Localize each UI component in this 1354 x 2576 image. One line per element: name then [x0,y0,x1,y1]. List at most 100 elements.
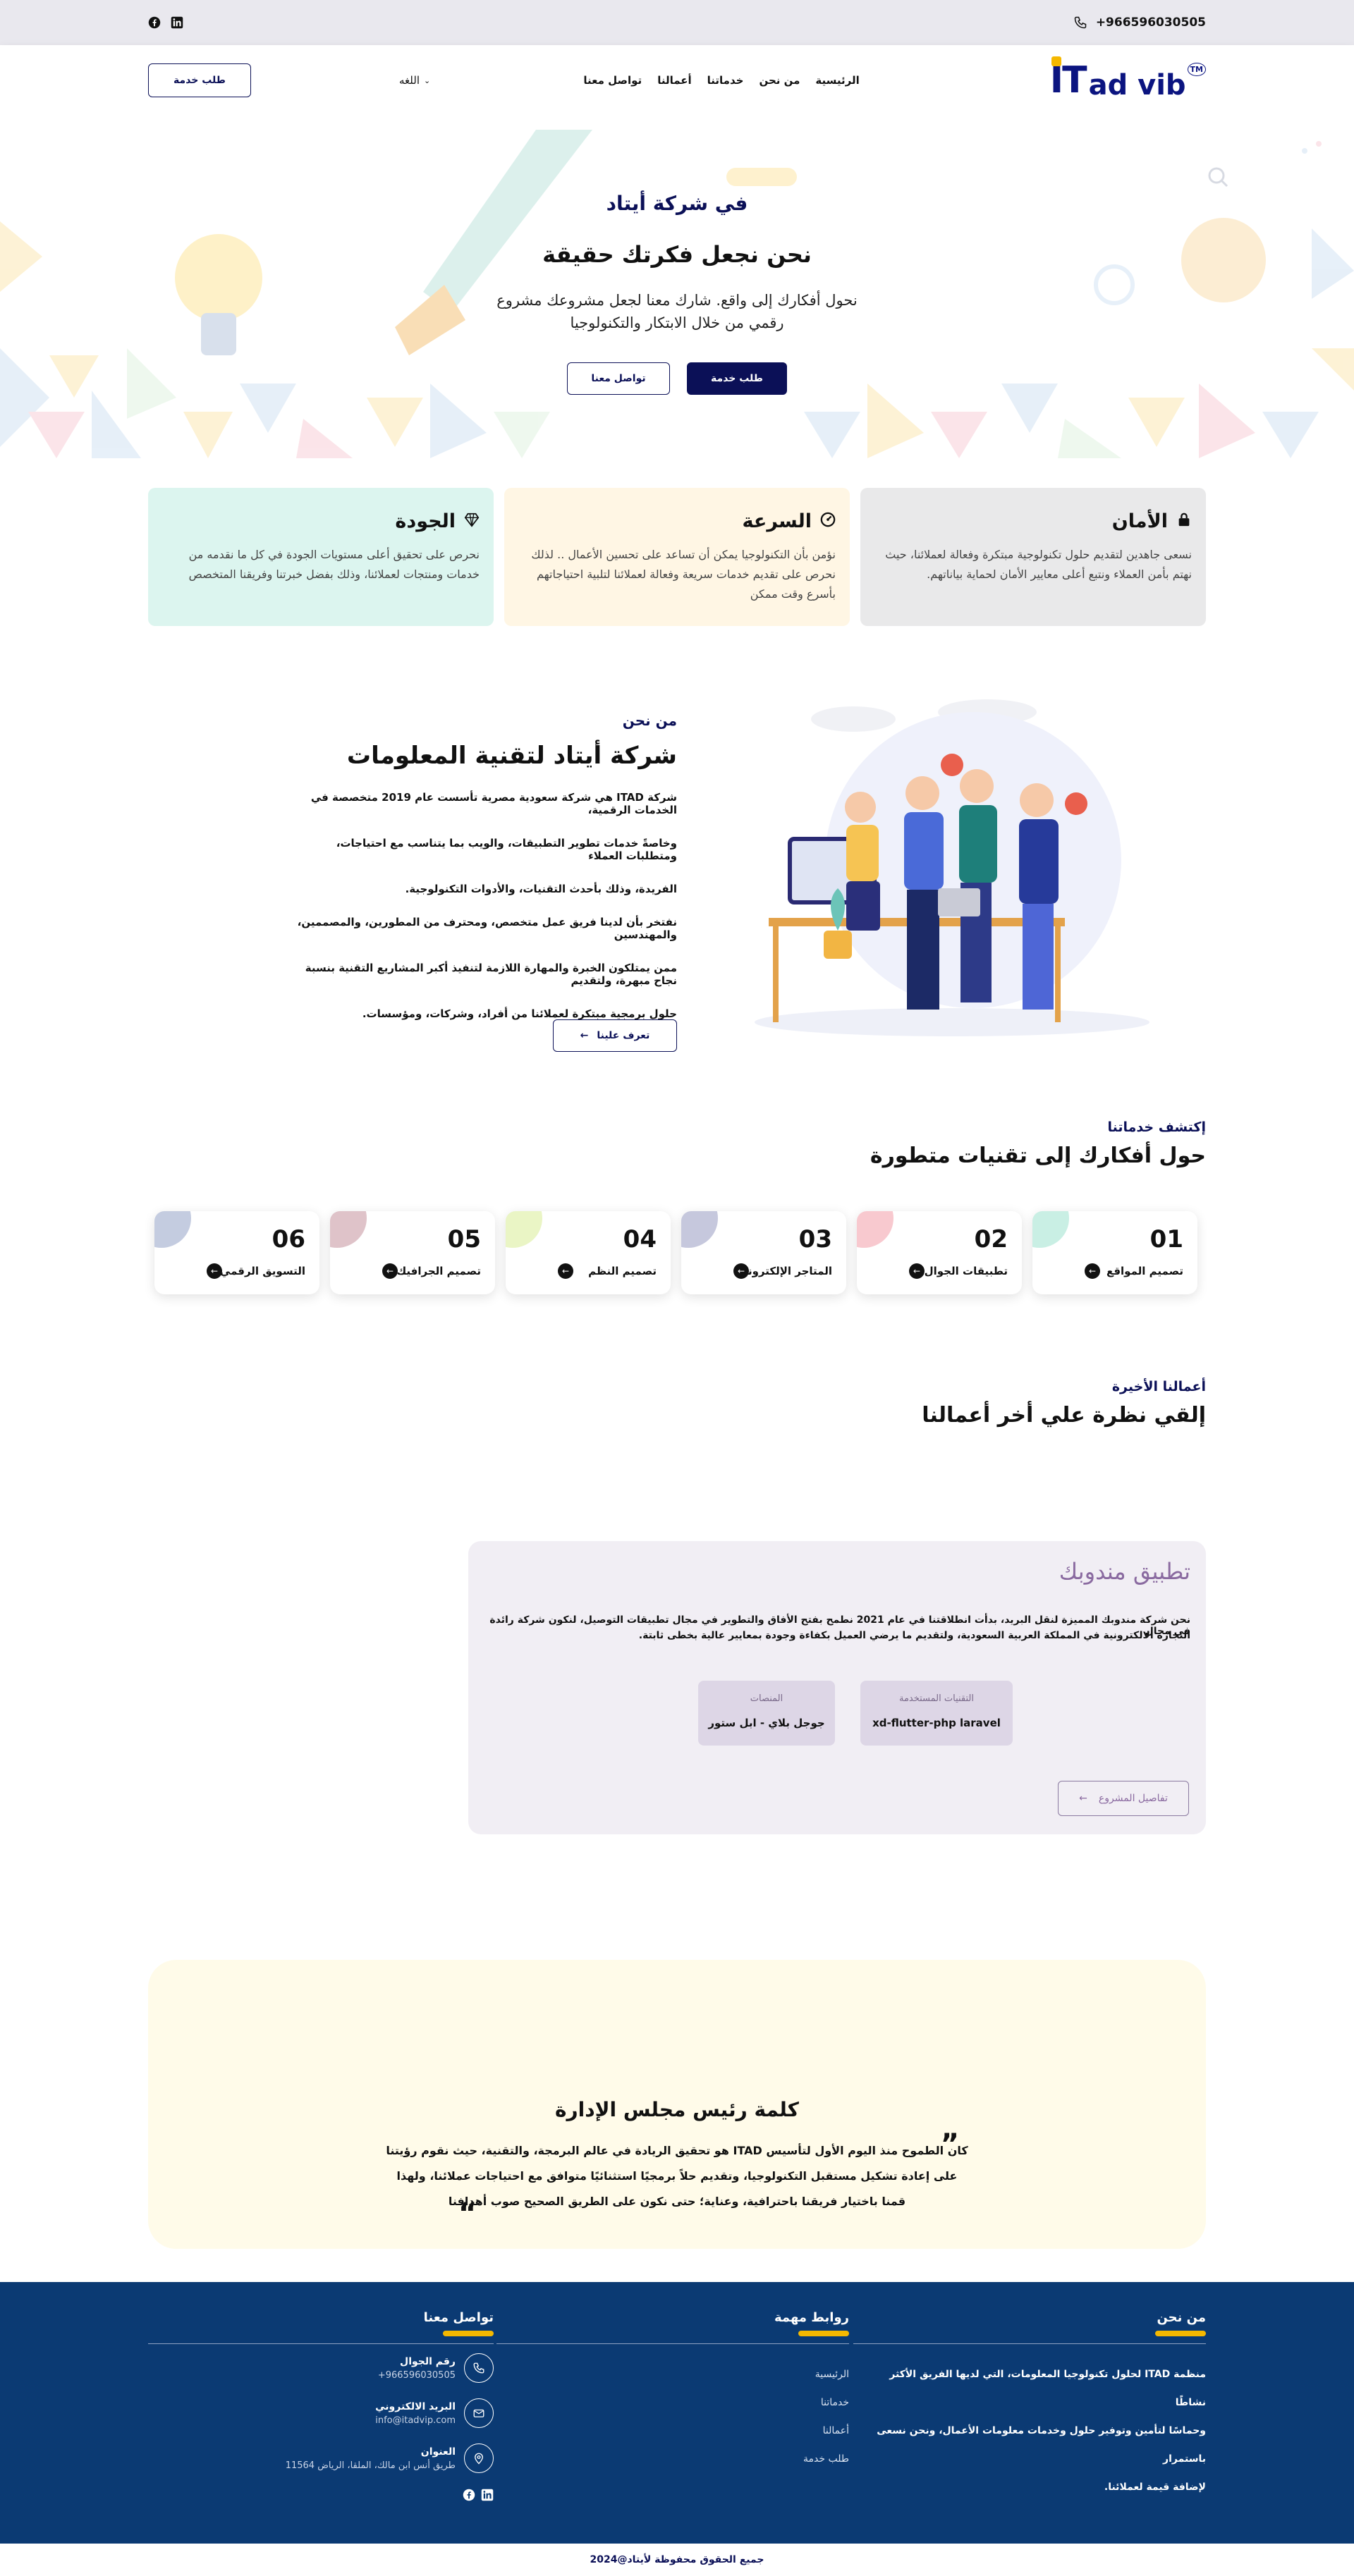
about-section: من نحن شركة أيتاد لتقنية المعلومات شركة … [282,712,677,1041]
phone-icon [464,2353,494,2383]
project-tech-value: xd-flutter-php laravel [872,1717,1001,1729]
about-us-button-label: تعرف علينا [597,1030,650,1041]
hero-line-2: رقمي من خلال الابتكار والتكنولوجيا [570,314,784,331]
quote-close-icon: “ [458,2197,477,2230]
footer-contact-bar [443,2331,494,2336]
feature-title-quality: الجودة [162,510,480,532]
hero-contact-button[interactable]: تواصل معنا [567,362,670,395]
hero-background [0,130,1354,458]
service-quarter-circle [506,1211,542,1248]
footer-divider [496,2343,849,2344]
footer-about-text: منظمة ITAD لحلول تكنولوجيا المعلومات، ال… [860,2360,1206,2501]
language-select[interactable]: اللغه ⌄ [399,74,430,87]
feature-text-quality: نحرص على تحقيق أعلى مستويات الجودة في كل… [162,545,480,584]
arrow-left-icon[interactable]: ← [1085,1263,1100,1279]
quote-open-icon: ” [940,2128,959,2161]
footer-link-works[interactable]: أعمالنا [504,2417,849,2445]
arrow-left-icon[interactable]: ← [382,1263,398,1279]
footer-address-value: طريق أنس ابن مالك، الملقا، الرياض 11564 [285,2460,456,2471]
logo-rest: ad vib [1088,69,1186,102]
phone-icon [1073,16,1087,30]
hero-request-button[interactable]: طلب خدمة [687,362,787,395]
hero-eyebrow-text: في شركة أيتاد [606,192,748,215]
footer-contact-title: تواصل معنا [423,2310,494,2325]
feature-card-quality: الجودة نحرص على تحقيق أعلى مستويات الجود… [148,488,494,626]
service-card-marketing[interactable]: 06 التسويق الرقمي ← [154,1211,319,1294]
menu-item-works[interactable]: أعمالنا [657,74,691,87]
arrow-left-icon[interactable]: ← [558,1263,573,1279]
facebook-icon[interactable] [463,2489,475,2501]
footer-about-bar [1155,2331,1206,2336]
works-header: أعمالنا الأخيرة إلقي نظرة علي أخر أعمالن… [922,1379,1206,1428]
project-details-button[interactable]: تفاصيل المشروع ← [1058,1781,1189,1816]
feature-title-speed: السرعة [518,510,836,532]
service-quarter-circle [1032,1211,1069,1248]
works-eyebrow: أعمالنا الأخيرة [1111,1379,1206,1394]
chairman-title: كلمة رئيس مجلس الإدارة [555,2098,799,2121]
footer-link-home[interactable]: الرئيسية [504,2360,849,2388]
service-card-mobile-apps[interactable]: 02 تطبيقات الجوال ← [857,1211,1022,1294]
site-logo[interactable]: IT ad vib TM [1050,56,1206,102]
hero-title-text: نحن نجعل فكرتك حقيقة [542,241,812,268]
service-number: 01 [1149,1225,1183,1253]
topbar-phone-number: +966596030505 [1095,16,1206,30]
service-label: تصميم الجرافيك [396,1265,481,1277]
project-platform-label: المنصات [750,1693,783,1704]
menu-item-services[interactable]: خدماتنا [707,74,744,87]
project-desc-2: التجارة الالكترونية في المملكة العربية ا… [638,1630,1190,1641]
arrow-left-icon[interactable]: ← [733,1263,749,1279]
main-navbar: طلب خدمة اللغه ⌄ الرئيسية من نحن خدماتنا… [0,45,1354,116]
footer-link-services[interactable]: خدماتنا [504,2388,849,2417]
feature-title-quality-text: الجودة [395,510,456,532]
service-card-graphic-design[interactable]: 05 تصميم الجرافيك ← [330,1211,495,1294]
linkedin-icon[interactable] [171,16,183,29]
footer-phone[interactable]: رقم الجوال +966596030505 [148,2353,494,2383]
about-line: حلول برمجية مبتكرة لعملائنا من أفراد، وش… [362,1007,677,1020]
feature-quality-line-1: نحرص على تحقيق أعلى مستويات الجودة في كل… [188,548,480,561]
feature-security-line-1: نسعى جاهدين لتقديم حلول تكنولوجية مبتكرة… [885,548,1192,561]
chairman-message: كلمة رئيس مجلس الإدارة ” كان الطموح منذ … [148,1960,1206,2249]
footer-contact: تواصل معنا رقم الجوال +966596030505 البري… [148,2310,494,2501]
service-card-ecommerce[interactable]: 03 المتاجر الإلكترونية ← [681,1211,846,1294]
topbar-phone[interactable]: +966596030505 [1073,16,1206,30]
arrow-left-icon[interactable]: ← [207,1263,222,1279]
service-quarter-circle [857,1211,893,1248]
hero-eyebrow: في شركة أيتاد [0,192,1354,215]
chairman-quote: ” كان الطموح منذ اليوم الأول لتأسيس ITAD… [148,2128,1206,2230]
feature-card-speed: السرعة نؤمن بأن التكنولوجيا يمكن أن تساع… [504,488,850,626]
service-card-systems[interactable]: 04 تصميم النظم ← [506,1211,671,1294]
linkedin-icon[interactable] [481,2489,494,2501]
footer-links-bar [798,2331,849,2336]
project-tech-label: التقنيات المستخدمة [898,1693,974,1704]
mail-icon [464,2398,494,2428]
social-links [148,16,183,29]
feature-title-security-text: الأمان [1111,510,1168,532]
footer-about-line: منظمة ITAD لحلول تكنولوجيا المعلومات، ال… [889,2369,1206,2408]
menu-item-home[interactable]: الرئيسية [815,74,859,87]
request-service-button[interactable]: طلب خدمة [148,63,251,97]
footer-address: العنوان طريق أنس ابن مالك، الملقا، الرياض… [148,2443,494,2473]
footer-email[interactable]: البريد الالكتروني info@itadvip.com [148,2398,494,2428]
service-number: 05 [447,1225,481,1253]
feature-title-security: الأمان [874,510,1192,532]
service-label: تطبيقات الجوال [924,1265,1008,1277]
project-platform-chip: المنصات جوجل بلاي - ابل ستور [698,1681,835,1746]
chairman-line: كان الطموح منذ اليوم الأول لتأسيس ITAD ه… [386,2144,968,2157]
about-us-button[interactable]: تعرف علينا ← [553,1019,677,1052]
feature-speed-line-3: بأسرع وقت ممكن [750,587,836,601]
footer-about: من نحن منظمة ITAD لحلول تكنولوجيا المعلو… [860,2310,1206,2501]
menu-item-contact[interactable]: تواصل معنا [583,74,642,87]
footer-link-request[interactable]: طلب خدمة [504,2445,849,2473]
facebook-icon[interactable] [148,16,161,29]
menu-item-about[interactable]: من نحن [759,74,800,87]
language-label: اللغه [399,74,420,87]
footer-about-line: وحماسًا لتأمين وتوفير حلول وخدمات معلوما… [877,2425,1206,2465]
service-card-web-design[interactable]: 01 تصميم المواقع ← [1032,1211,1197,1294]
arrow-left-icon[interactable]: ← [909,1263,925,1279]
site-footer: من نحن منظمة ITAD لحلول تكنولوجيا المعلو… [0,2282,1354,2576]
service-label: تصميم المواقع [1106,1265,1183,1277]
services-header: إكتشف خدماتنا حول أفكارك إلى تقنيات متطو… [870,1120,1206,1168]
chairman-line: على إعادة تشكيل مستقبل التكنولوجيا، وتقد… [396,2169,958,2183]
footer-divider [853,2343,1206,2344]
chevron-down-icon: ⌄ [423,75,431,85]
